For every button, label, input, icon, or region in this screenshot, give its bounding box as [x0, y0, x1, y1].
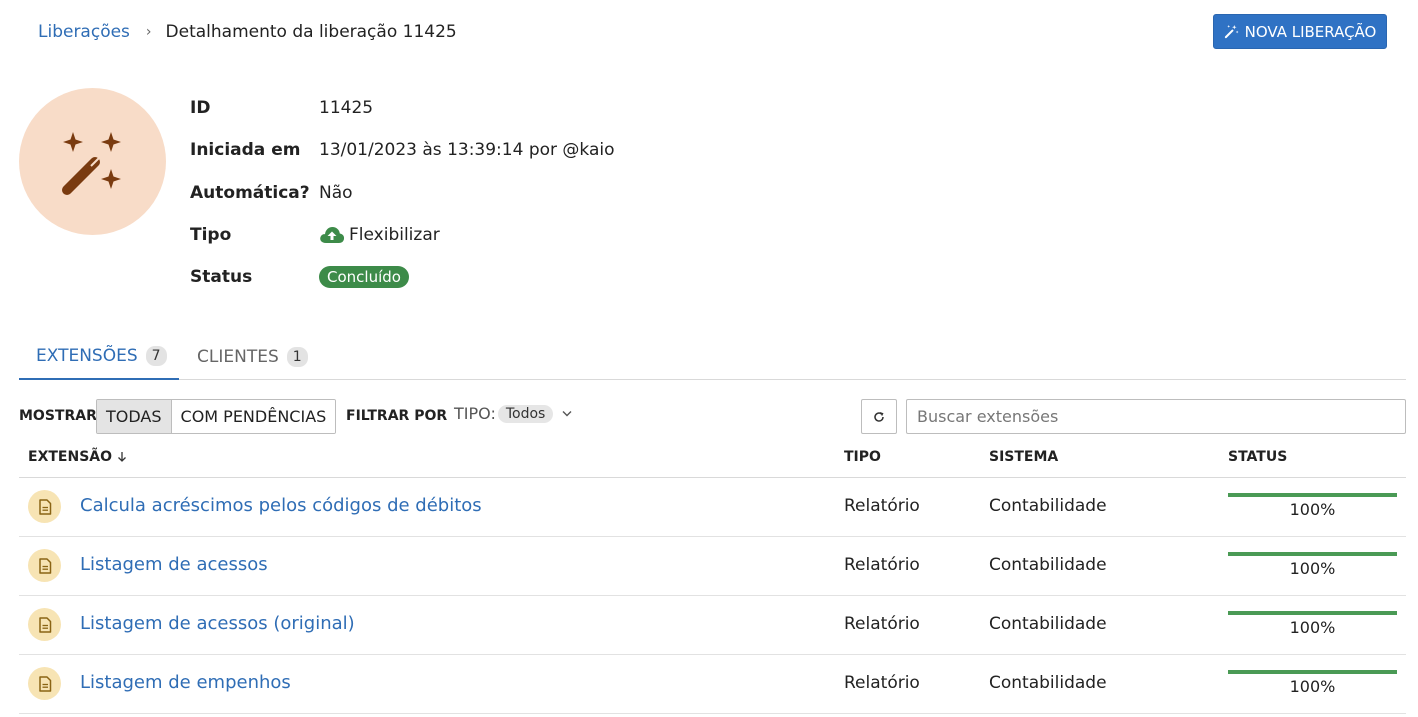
- breadcrumb-separator: ›: [145, 24, 152, 40]
- document-icon: [28, 490, 61, 523]
- detail-value-started: 13/01/2023 às 13:39:14 por @kaio: [319, 140, 615, 160]
- cloud-upload-icon: [320, 227, 345, 243]
- detail-label-status: Status: [190, 267, 253, 287]
- tab-clientes[interactable]: CLIENTES 1: [197, 334, 308, 380]
- page-title: Detalhamento da liberação 11425: [165, 22, 457, 42]
- tab-clientes-label: CLIENTES: [197, 347, 279, 367]
- show-pending-button[interactable]: COM PENDÊNCIAS: [171, 400, 336, 433]
- extension-system: Contabilidade: [989, 614, 1107, 634]
- new-release-button[interactable]: NOVA LIBERAÇÃO: [1213, 14, 1387, 49]
- column-header-type[interactable]: TIPO: [844, 449, 881, 465]
- detail-value-automatic: Não: [319, 183, 353, 203]
- breadcrumb-link-liberacoes[interactable]: Liberações: [38, 22, 130, 42]
- refresh-button[interactable]: [861, 399, 897, 434]
- extension-type: Relatório: [844, 496, 920, 516]
- magic-wand-icon: [1224, 24, 1239, 39]
- search-input[interactable]: [906, 399, 1406, 434]
- extension-system: Contabilidade: [989, 496, 1107, 516]
- progress-bar: [1228, 552, 1397, 556]
- extension-type: Relatório: [844, 555, 920, 575]
- extension-name-link[interactable]: Listagem de acessos (original): [80, 613, 355, 634]
- detail-label-type: Tipo: [190, 225, 232, 245]
- table-body: Calcula acréscimos pelos códigos de débi…: [19, 478, 1406, 714]
- extension-status: 100%: [1228, 552, 1397, 578]
- extension-type: Relatório: [844, 614, 920, 634]
- show-all-button[interactable]: TODAS: [97, 400, 172, 433]
- column-header-extension[interactable]: EXTENSÃO: [28, 449, 128, 465]
- document-icon: [28, 549, 61, 582]
- arrow-down-icon: [118, 452, 126, 462]
- tabs-bar: EXTENSÕES 7 CLIENTES 1: [19, 334, 1406, 380]
- refresh-icon: [874, 411, 884, 422]
- tab-extensoes[interactable]: EXTENSÕES 7: [19, 334, 179, 380]
- detail-value-type: Flexibilizar: [319, 225, 440, 245]
- progress-bar: [1228, 670, 1397, 674]
- release-avatar: [19, 88, 166, 235]
- magic-wand-sparkles-icon: [61, 131, 121, 195]
- detail-label-automatic: Automática?: [190, 183, 310, 203]
- tab-clientes-count: 1: [286, 347, 308, 367]
- type-filter-chip: Todos: [497, 404, 554, 423]
- extension-name-link[interactable]: Listagem de empenhos: [80, 672, 291, 693]
- table-row: Calcula acréscimos pelos códigos de débi…: [19, 478, 1406, 537]
- extensions-table: EXTENSÃO TIPO SISTEMA STATUS Calcula acr…: [19, 438, 1406, 714]
- progress-text: 100%: [1289, 677, 1336, 696]
- new-release-label: NOVA LIBERAÇÃO: [1244, 22, 1377, 41]
- tab-extensoes-label: EXTENSÕES: [36, 346, 138, 366]
- progress-bar-fill: [1228, 670, 1397, 674]
- status-badge: Concluído: [319, 266, 409, 288]
- extension-status: 100%: [1228, 493, 1397, 519]
- detail-value-id: 11425: [319, 98, 374, 118]
- document-icon: [28, 667, 61, 700]
- progress-bar-fill: [1228, 552, 1397, 556]
- tab-extensoes-count: 7: [145, 346, 167, 366]
- progress-bar-fill: [1228, 493, 1397, 497]
- column-header-system[interactable]: SISTEMA: [989, 449, 1058, 465]
- table-header: EXTENSÃO TIPO SISTEMA STATUS: [19, 438, 1406, 478]
- chevron-down-icon: [562, 411, 572, 417]
- type-filter-dropdown[interactable]: TIPO: Todos: [454, 404, 572, 423]
- extension-status: 100%: [1228, 611, 1397, 637]
- filter-label: FILTRAR POR: [346, 408, 448, 424]
- type-filter-label: TIPO:: [454, 404, 496, 423]
- table-row: Listagem de acessos (original) Relatório…: [19, 596, 1406, 655]
- progress-text: 100%: [1289, 559, 1336, 578]
- column-header-status[interactable]: STATUS: [1228, 449, 1287, 465]
- show-label: MOSTRAR: [19, 408, 97, 424]
- extension-name-link[interactable]: Listagem de acessos: [80, 554, 268, 575]
- breadcrumb: Liberações › Detalhamento da liberação 1…: [38, 20, 457, 44]
- progress-text: 100%: [1289, 500, 1336, 519]
- progress-text: 100%: [1289, 618, 1336, 637]
- progress-bar-fill: [1228, 611, 1397, 615]
- detail-value-status: Concluído: [319, 266, 409, 288]
- document-icon: [28, 608, 61, 641]
- column-header-extension-label: EXTENSÃO: [28, 449, 113, 465]
- extension-system: Contabilidade: [989, 673, 1107, 693]
- show-segmented-control: TODAS COM PENDÊNCIAS: [96, 399, 337, 434]
- table-row: Listagem de acessos Relatório Contabilid…: [19, 537, 1406, 596]
- extension-status: 100%: [1228, 670, 1397, 696]
- table-row: Listagem de empenhos Relatório Contabili…: [19, 655, 1406, 714]
- extension-type: Relatório: [844, 673, 920, 693]
- extension-name-link[interactable]: Calcula acréscimos pelos códigos de débi…: [80, 495, 482, 516]
- progress-bar: [1228, 611, 1397, 615]
- progress-bar: [1228, 493, 1397, 497]
- detail-label-id: ID: [190, 98, 211, 118]
- extension-system: Contabilidade: [989, 555, 1107, 575]
- detail-label-started: Iniciada em: [190, 140, 301, 160]
- extensions-toolbar: MOSTRAR TODAS COM PENDÊNCIAS FILTRAR POR…: [19, 399, 1406, 435]
- detail-type-text: Flexibilizar: [349, 225, 440, 245]
